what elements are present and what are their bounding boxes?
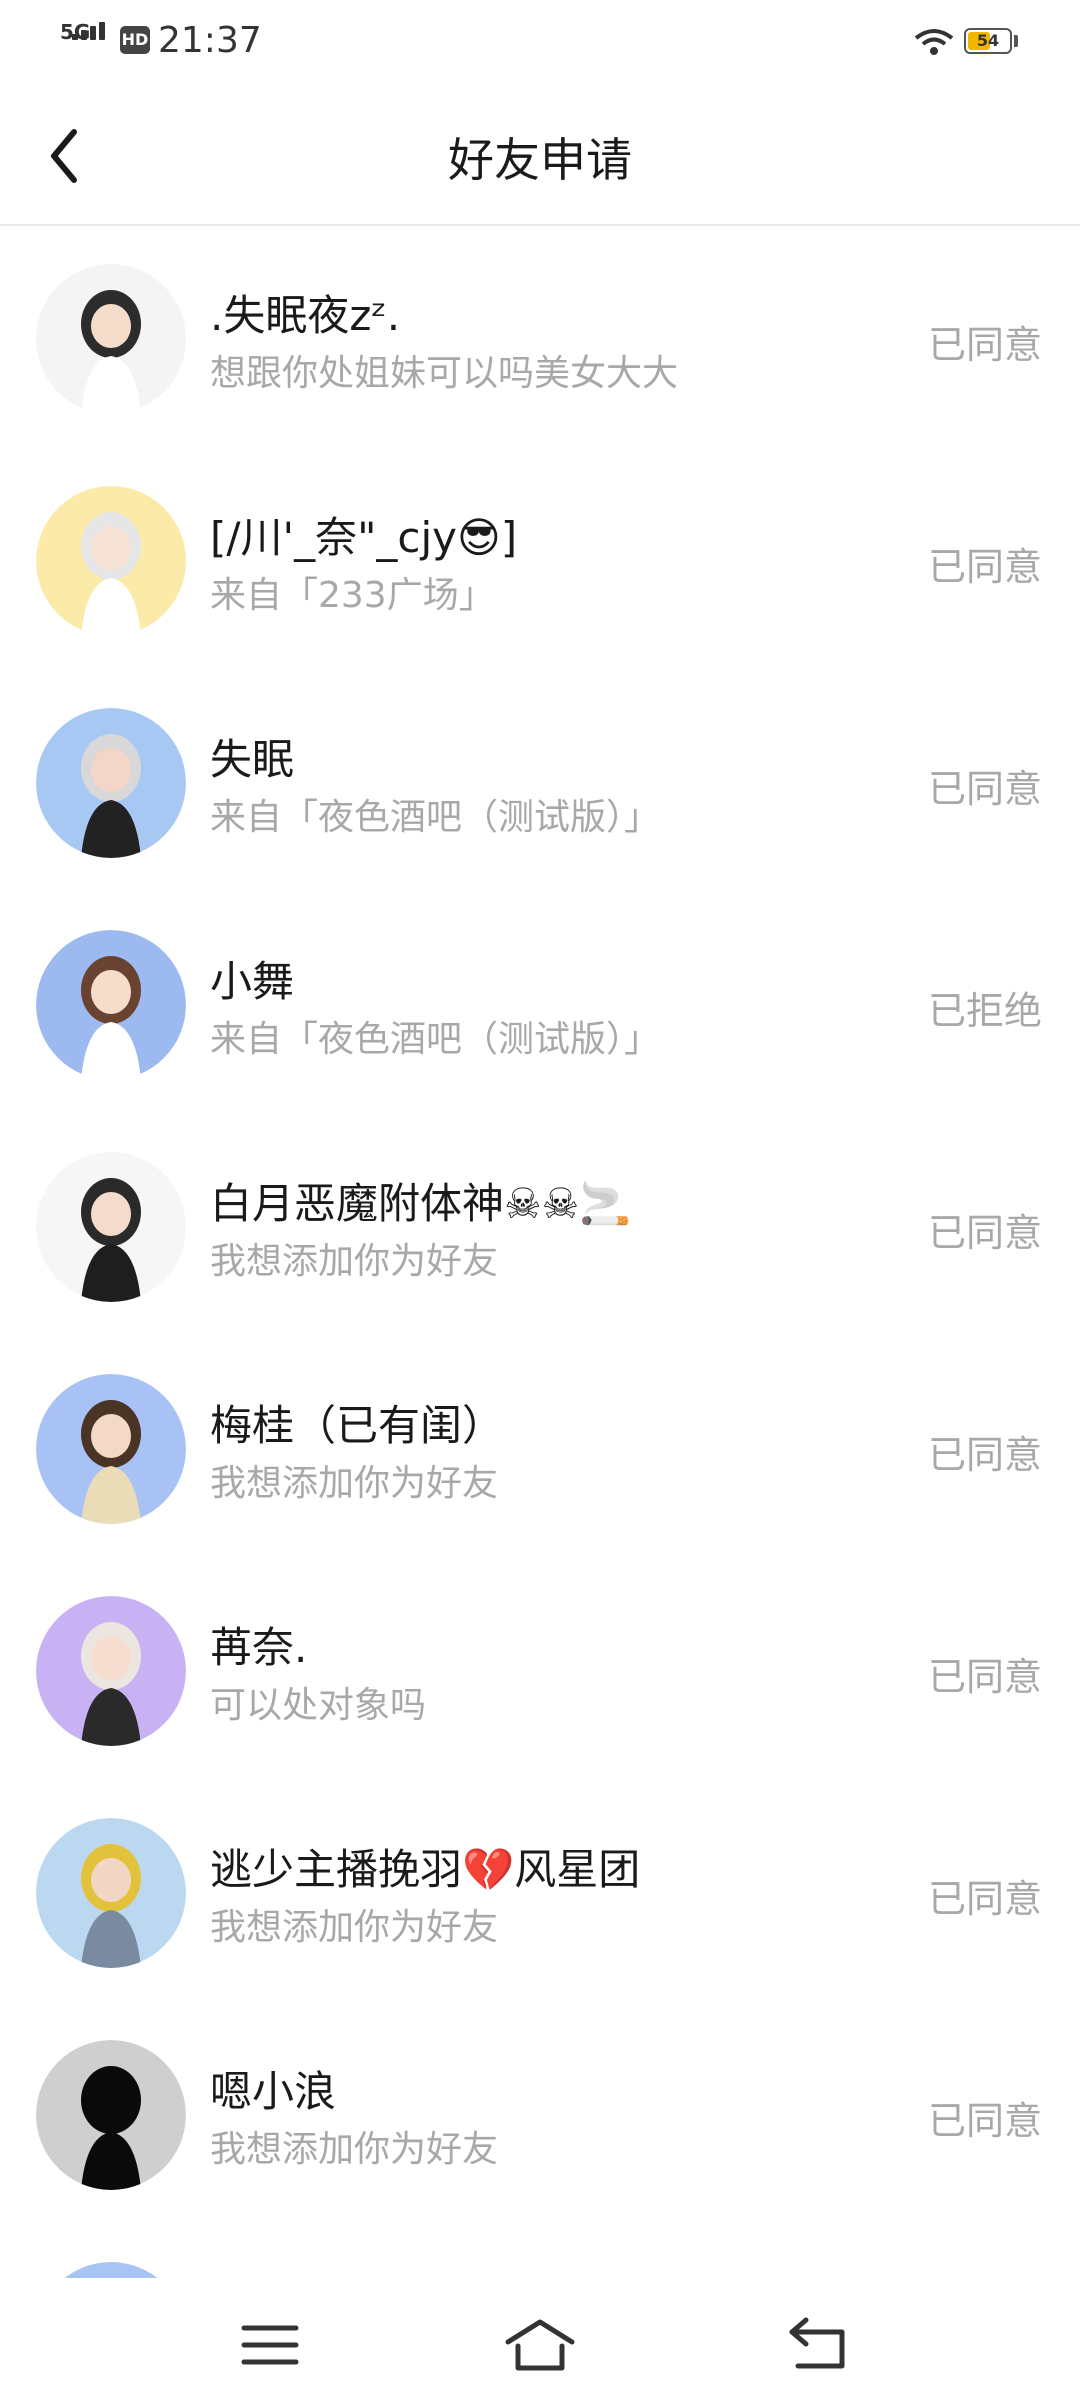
- request-row[interactable]: 梅桂（已有闺） 我想添加你为好友 已同意: [0, 1338, 1080, 1560]
- request-name: 梅桂（已有闺）: [210, 1401, 505, 1450]
- request-name: [/川'_奈"_cjy😎]: [210, 513, 518, 562]
- avatar[interactable]: [36, 708, 186, 858]
- clock: 21:37: [158, 20, 262, 61]
- system-nav-bar: [0, 2280, 1080, 2408]
- request-message: 来自「夜色酒吧（测试版）」: [210, 797, 661, 838]
- request-message: 我想添加你为好友: [210, 1907, 499, 1948]
- request-row[interactable]: 白月恶魔附体神☠☠🚬 我想添加你为好友 已同意: [0, 1116, 1080, 1338]
- avatar[interactable]: [36, 2262, 186, 2278]
- request-message: 我想添加你为好友: [210, 1241, 499, 1282]
- return-icon[interactable]: [780, 2310, 860, 2380]
- home-icon[interactable]: [500, 2310, 580, 2380]
- request-row[interactable]: 逃少主播挽羽💔风星团我想添加你为好友 已同意: [0, 1782, 1080, 2004]
- request-message: 我想添加你为好友: [210, 2129, 499, 2170]
- request-row[interactable]: 苒奈. 可以处对象吗 已同意: [0, 1560, 1080, 1782]
- request-name: 苒奈.: [210, 1623, 308, 1672]
- request-status: 已同意: [927, 1655, 1042, 1699]
- request-name: .失眠夜zᶻ.: [210, 291, 401, 340]
- request-message: 来自「夜色酒吧（测试版）」: [210, 1019, 661, 1060]
- request-status: 已同意: [927, 2099, 1042, 2143]
- request-message: 来自「233广场」: [210, 575, 495, 616]
- avatar[interactable]: [36, 486, 186, 636]
- avatar[interactable]: [36, 1152, 186, 1302]
- avatar[interactable]: [36, 2040, 186, 2190]
- request-name: 逃少主播挽羽💔风星团: [210, 1845, 641, 1894]
- request-status: 已同意: [927, 323, 1042, 367]
- request-name: 白月恶魔附体神☠☠🚬: [210, 1179, 632, 1228]
- friend-request-list[interactable]: .失眠夜zᶻ. 想跟你处姐妹可以吗美女大大 已同意 [/川'_奈"_cjy😎] 来自「2…: [0, 228, 1080, 2278]
- request-status: 已同意: [927, 767, 1042, 811]
- battery-level: 54: [976, 31, 1000, 50]
- request-message: 想跟你处姐妹可以吗美女大大: [210, 353, 679, 394]
- app-header: 好友申请: [0, 86, 1080, 226]
- avatar[interactable]: [36, 1374, 186, 1524]
- cellular-signal-icon: 5G: [60, 20, 112, 58]
- page-title: 好友申请: [448, 133, 632, 187]
- request-status: 已同意: [927, 1877, 1042, 1921]
- avatar[interactable]: [36, 930, 186, 1080]
- avatar[interactable]: [36, 1818, 186, 1968]
- request-status: 已拒绝: [927, 989, 1042, 1033]
- request-row[interactable]: .失眠夜zᶻ. 想跟你处姐妹可以吗美女大大 已同意: [0, 228, 1080, 450]
- screen: 5G HD 21:37 54 好友申请 .失眠夜zᶻ. 想跟你处姐妹可以吗美女大大…: [0, 0, 1080, 2408]
- request-status: 已同意: [927, 545, 1042, 589]
- avatar[interactable]: [36, 264, 186, 414]
- menu-icon[interactable]: [230, 2310, 310, 2380]
- request-row[interactable]: 嗯小浪我想添加你为好友 已同意: [0, 2004, 1080, 2226]
- avatar[interactable]: [36, 1596, 186, 1746]
- wifi-icon: [914, 29, 954, 55]
- battery-icon: 54: [964, 28, 1012, 54]
- request-row[interactable]: 小舞来自「夜色酒吧（测试版）」 已拒绝: [0, 894, 1080, 1116]
- request-message: 可以处对象吗: [210, 1685, 427, 1726]
- request-status: 已同意: [927, 1211, 1042, 1255]
- request-row[interactable]: [/川'_奈"_cjy😎] 来自「233广场」 已同意: [0, 450, 1080, 672]
- status-bar: 5G HD 21:37 54: [0, 0, 1080, 86]
- request-name: 小舞: [210, 957, 295, 1006]
- request-row[interactable]: 失眠来自「夜色酒吧（测试版）」 已同意: [0, 672, 1080, 894]
- request-name: 嗯小浪: [210, 2067, 337, 2116]
- hd-indicator: HD: [120, 26, 150, 54]
- request-message: 我想添加你为好友: [210, 1463, 499, 1504]
- request-status: 已同意: [927, 1433, 1042, 1477]
- request-name: 失眠: [210, 735, 295, 784]
